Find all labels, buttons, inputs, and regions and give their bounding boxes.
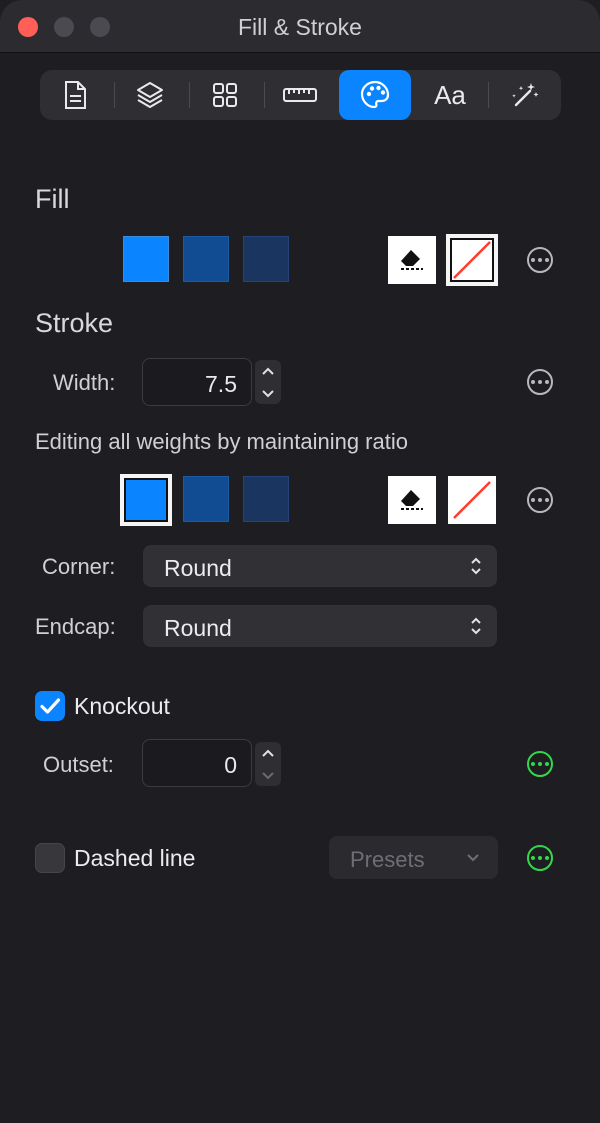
toolbar-layers-button[interactable] [115,70,185,120]
toolbar-palette-button[interactable] [339,70,411,120]
title-bar: Fill & Stroke [0,0,600,53]
palette-icon [360,80,390,109]
updown-chevron-icon [471,617,481,635]
fill-clear-button[interactable] [388,236,436,284]
grid-icon [213,83,237,107]
toolbar-grid-button[interactable] [190,70,260,120]
eraser-icon [401,250,423,270]
checkmark-icon [40,698,61,714]
stroke-swatch-primary-selected[interactable] [120,474,172,526]
eraser-icon [401,490,423,510]
knockout-more-button[interactable] [527,751,553,777]
toolbar-separator [488,82,489,108]
endcap-select-value: Round [164,615,232,641]
dashed-line-label: Dashed line [74,845,196,871]
fill-swatch-primary[interactable] [123,236,169,282]
width-stepper[interactable] [255,360,281,404]
stroke-section-title: Stroke [35,308,114,338]
toolbar-document-button[interactable] [40,70,110,120]
knockout-label: Knockout [74,693,170,719]
corner-label: Corner: [42,554,116,579]
fill-swatch-tertiary[interactable] [243,236,289,282]
dashed-line-checkbox[interactable] [35,843,65,873]
window-title: Fill & Stroke [238,14,362,40]
none-color-icon [453,481,491,519]
fill-section-title: Fill [35,184,70,214]
toolbar-text-button[interactable]: Aa [415,70,485,120]
fill-none-swatch-selected[interactable] [446,234,498,286]
toolbar-effects-button[interactable] [490,70,560,120]
inspector-toolbar: Aa [40,70,561,120]
ruler-icon [283,88,317,102]
updown-chevron-icon [471,557,481,575]
outset-stepper[interactable] [255,742,281,786]
none-color-icon [453,241,491,279]
presets-dropdown[interactable]: Presets [329,836,498,879]
width-input[interactable]: 7.5 [142,358,252,406]
knockout-checkbox[interactable] [35,691,65,721]
outset-label: Outset: [43,752,114,777]
outset-input[interactable]: 0 [142,739,252,787]
document-icon [65,81,86,109]
stroke-color-more-button[interactable] [527,487,553,513]
corner-select[interactable]: Round [143,545,497,587]
dashed-line-more-button[interactable] [527,845,553,871]
endcap-label: Endcap: [35,614,116,639]
chevron-down-icon [262,389,274,397]
fill-swatch-secondary[interactable] [183,236,229,282]
chevron-down-icon [262,771,274,779]
chevron-up-icon [262,367,274,375]
chevron-up-icon [262,749,274,757]
endcap-select[interactable]: Round [143,605,497,647]
stroke-swatch-tertiary[interactable] [243,476,289,522]
width-label: Width: [53,370,116,395]
stroke-none-swatch[interactable] [448,476,496,524]
fill-stroke-window: Fill & Stroke Aa Fill Stroke Width: 7.5 … [0,0,600,1123]
corner-select-value: Round [164,555,232,581]
presets-label: Presets [350,847,425,872]
stroke-swatch-secondary[interactable] [183,476,229,522]
ratio-note: Editing all weights by maintaining ratio [35,429,408,454]
magic-wand-icon [512,83,539,107]
layers-icon [137,82,163,108]
text-icon: Aa [434,79,466,110]
chevron-down-icon [467,854,479,862]
stroke-width-more-button[interactable] [527,369,553,395]
toolbar-ruler-button[interactable] [265,70,335,120]
fill-more-button[interactable] [527,247,553,273]
stroke-clear-button[interactable] [388,476,436,524]
